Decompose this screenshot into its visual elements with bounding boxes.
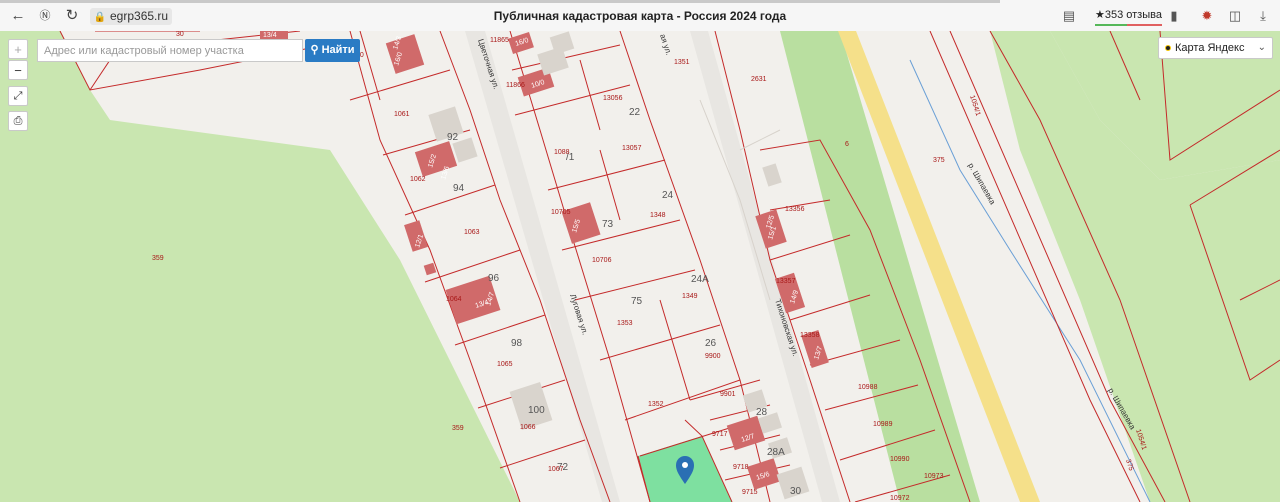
plot-number: 1063 [464, 229, 480, 236]
plot-number: 11866 [506, 82, 525, 89]
plot-number: 1065 [497, 361, 513, 368]
plot-number: 10988 [858, 384, 878, 391]
plot-number: 1062 [410, 176, 426, 183]
plot-number: 359 [152, 255, 164, 262]
plot-number: 9715 [742, 489, 758, 496]
building-label: 13/4 [263, 32, 277, 39]
plot-number: 10972 [890, 495, 910, 502]
plot-number: 9900 [705, 353, 721, 360]
zoom-out-button[interactable]: − [8, 60, 28, 80]
plot-number: 13057 [622, 145, 642, 152]
reader-mode-icon[interactable]: ▤ [1060, 7, 1078, 25]
plot-number: 30 [176, 31, 184, 38]
reviews-badge[interactable]: ★353 отзыва [1095, 8, 1162, 26]
download-icon[interactable]: ⤓ [1254, 7, 1272, 25]
plot-number: 10706 [592, 257, 612, 264]
reviews-text: ★353 отзыва [1095, 9, 1162, 21]
house-number: 30 [790, 486, 802, 497]
plot-number: 1348 [650, 212, 666, 219]
plot-number: 10705 [551, 209, 571, 216]
house-number: 96 [488, 273, 500, 284]
browser-toolbar: ← Ⓝ ↻ 🔒 egrp365.ru Публичная кадастровая … [0, 0, 1280, 32]
plot-number: 1352 [648, 401, 664, 408]
house-number: 22 [629, 107, 641, 118]
plot-number: 359 [452, 425, 464, 432]
bookmark-icon[interactable]: ▮ [1165, 7, 1183, 25]
plot-number: 9717 [712, 431, 728, 438]
house-number: 92 [447, 132, 459, 143]
search-icon: ⚲ [310, 44, 319, 56]
house-number: 94 [453, 183, 465, 194]
yandex-icon[interactable]: Ⓝ [35, 6, 55, 26]
plot-number: 13358 [800, 332, 820, 339]
search-input[interactable] [37, 39, 303, 62]
house-number: 24А [691, 274, 709, 285]
plot-number: 1066 [520, 424, 536, 431]
zoom-in-button[interactable]: + [8, 39, 28, 59]
address-bar[interactable]: 🔒 egrp365.ru [90, 8, 172, 25]
extension-icon[interactable]: ✹ [1198, 7, 1216, 25]
lock-icon: 🔒 [93, 12, 107, 23]
print-button[interactable]: ⎙ [8, 111, 28, 131]
house-number: 73 [602, 219, 614, 230]
plot-number: 1067 [548, 466, 564, 473]
collections-icon[interactable]: ◫ [1226, 7, 1244, 25]
plot-number: 1064 [446, 296, 462, 303]
plot-number: 6 [845, 141, 849, 148]
tab-strip [0, 0, 1000, 3]
house-number: 28А [767, 447, 785, 458]
plot-number: 9901 [720, 391, 736, 398]
fullscreen-button[interactable]: ⤢ [8, 86, 28, 106]
search-button-label: Найти [321, 44, 355, 56]
house-number: 28 [756, 407, 768, 418]
plot-number: 375 [933, 157, 945, 164]
house-number: 24 [662, 190, 674, 201]
map-layer-label: Карта Яндекс [1175, 42, 1245, 54]
plot-number: 11865 [490, 37, 509, 44]
plot-number: 13357 [776, 278, 796, 285]
plot-number: 2631 [751, 76, 767, 83]
plot-number: 1351 [674, 59, 690, 66]
plot-number: 13056 [603, 95, 623, 102]
house-number: 98 [511, 338, 523, 349]
expand-icon: ⤢ [13, 90, 23, 102]
reload-icon[interactable]: ↻ [62, 6, 82, 26]
plot-number: 1349 [682, 293, 698, 300]
cadastral-map[interactable]: Цветочная ул. Луговая ул. Тихоновская ул… [0, 31, 1280, 502]
plot-number: 1353 [617, 320, 633, 327]
map-canvas[interactable]: Цветочная ул. Луговая ул. Тихоновская ул… [0, 31, 1280, 502]
print-icon: ⎙ [13, 115, 23, 127]
plot-number: 10973 [924, 473, 944, 480]
url-text: egrp365.ru [110, 9, 169, 23]
chevron-down-icon: ⌄ [1257, 42, 1266, 53]
plot-number: 1061 [394, 111, 410, 118]
house-number: 75 [631, 296, 643, 307]
plot-number: 10990 [890, 456, 910, 463]
back-icon[interactable]: ← [8, 6, 28, 26]
house-number: 26 [705, 338, 717, 349]
plot-number: 1088 [554, 149, 570, 156]
page-title: Публичная кадастровая карта - Россия 202… [493, 9, 787, 23]
plot-number: 9718 [733, 464, 749, 471]
map-layer-select[interactable]: Карта Яндекс ⌄ [1158, 37, 1273, 59]
plot-number: 10989 [873, 421, 893, 428]
house-number: 100 [528, 405, 545, 416]
yandex-dot-icon [1165, 45, 1171, 51]
search-button[interactable]: ⚲ Найти [305, 39, 360, 62]
plot-number: 13356 [785, 206, 805, 213]
